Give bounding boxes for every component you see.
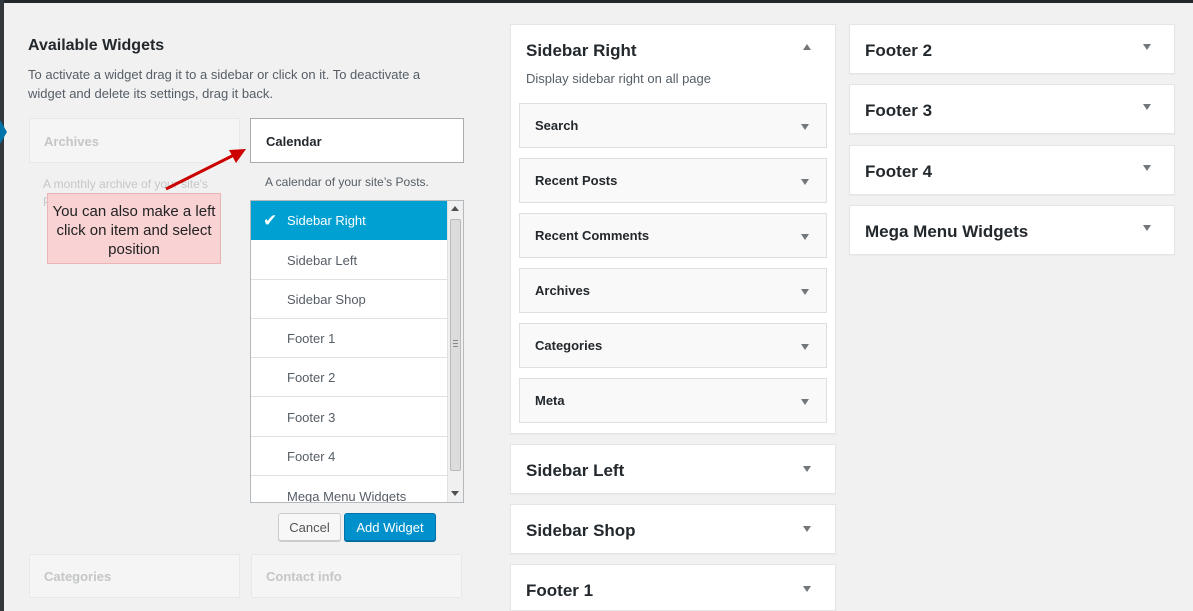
check-icon: ✔ [263,211,278,230]
annotation-callout: You can also make a left click on item a… [47,193,221,264]
sidebar-chooser-list[interactable]: ✔ Sidebar Right Sidebar Left Sidebar Sho… [250,200,464,503]
chooser-item-label: Footer 3 [287,410,336,425]
widget-title: Recent Comments [535,228,650,243]
chooser-item-label: Sidebar Left [287,253,358,268]
widget-recent-posts[interactable]: Recent Posts [519,158,827,203]
expand-arrow-icon[interactable] [1143,165,1151,171]
chooser-item-label: Mega Menu Widgets [287,489,407,503]
grip-icon [453,340,458,347]
chooser-item-footer-1[interactable]: Footer 1 [251,319,447,358]
widget-meta[interactable]: Meta [519,378,827,423]
chooser-item-mega-menu-widgets[interactable]: Mega Menu Widgets [251,477,447,503]
expand-arrow-icon[interactable] [801,124,809,130]
chooser-item-label: Footer 1 [287,331,336,346]
footer-2-panel[interactable]: Footer 2 [849,24,1175,74]
available-widgets-title: Available Widgets [28,37,165,54]
collapse-arrow-icon[interactable] [803,44,811,50]
widget-categories-placed[interactable]: Categories [519,323,827,368]
chooser-scrollbar[interactable] [447,201,463,502]
expand-arrow-icon[interactable] [801,289,809,295]
cancel-button[interactable]: Cancel [278,513,341,541]
panel-title: Footer 3 [865,101,933,120]
widget-calendar[interactable]: Calendar [250,118,464,163]
widget-title: Meta [535,393,565,408]
expand-arrow-icon[interactable] [801,179,809,185]
sidebar-left-panel[interactable]: Sidebar Left [510,444,836,494]
expand-arrow-icon[interactable] [1143,104,1151,110]
widget-recent-comments[interactable]: Recent Comments [519,213,827,258]
panel-title: Mega Menu Widgets [865,222,1029,241]
scroll-down-arrow-icon[interactable] [451,491,459,496]
widget-calendar-title: Calendar [266,134,322,149]
chooser-item-footer-2[interactable]: Footer 2 [251,358,447,397]
widget-calendar-description: A calendar of your site’s Posts. [265,175,429,189]
scroll-thumb[interactable] [450,219,461,471]
widget-title: Recent Posts [535,173,618,188]
panel-title: Footer 1 [526,581,594,600]
add-widget-button[interactable]: Add Widget [344,513,436,541]
widget-archives-placed[interactable]: Archives [519,268,827,313]
expand-arrow-icon[interactable] [803,526,811,532]
available-widgets-description: To activate a widget drag it to a sideba… [28,67,421,101]
widget-categories-title: Categories [44,569,112,584]
expand-arrow-icon[interactable] [1143,44,1151,50]
expand-arrow-icon[interactable] [801,399,809,405]
panel-title: Sidebar Left [526,461,625,480]
expand-arrow-icon[interactable] [801,234,809,240]
panel-title: Footer 2 [865,41,933,60]
chooser-item-sidebar-right[interactable]: ✔ Sidebar Right [251,201,447,240]
widget-title: Categories [535,338,603,353]
scroll-up-arrow-icon[interactable] [451,206,459,211]
widget-archives-title: Archives [44,134,99,149]
widget-title: Search [535,118,579,133]
expand-arrow-icon[interactable] [1143,225,1151,231]
sidebar-right-description: Display sidebar right on all page [526,71,711,86]
chooser-item-footer-3[interactable]: Footer 3 [251,398,447,437]
admin-menu-edge [0,0,4,611]
mega-menu-widgets-panel[interactable]: Mega Menu Widgets [849,205,1175,255]
chooser-item-footer-4[interactable]: Footer 4 [251,437,447,476]
footer-4-panel[interactable]: Footer 4 [849,145,1175,195]
chooser-item-label: Footer 4 [287,449,336,464]
widget-search[interactable]: Search [519,103,827,148]
admin-top-bar [0,0,1193,3]
chooser-item-label: Sidebar Shop [287,292,366,307]
expand-arrow-icon[interactable] [803,586,811,592]
sidebar-shop-panel[interactable]: Sidebar Shop [510,504,836,554]
footer-3-panel[interactable]: Footer 3 [849,84,1175,134]
chooser-item-sidebar-left[interactable]: Sidebar Left [251,241,447,280]
current-menu-arrow-icon [0,120,7,144]
widget-title: Archives [535,283,590,298]
chooser-item-label: Sidebar Right [287,213,366,228]
footer-1-panel[interactable]: Footer 1 [510,564,836,611]
chooser-item-sidebar-shop[interactable]: Sidebar Shop [251,280,447,319]
sidebar-right-title[interactable]: Sidebar Right [526,41,637,61]
widget-contact-info-title: Contact info [266,569,342,584]
panel-title: Footer 4 [865,162,933,181]
panel-title: Sidebar Shop [526,521,636,540]
expand-arrow-icon[interactable] [803,466,811,472]
chooser-item-label: Footer 2 [287,370,336,385]
expand-arrow-icon[interactable] [801,344,809,350]
